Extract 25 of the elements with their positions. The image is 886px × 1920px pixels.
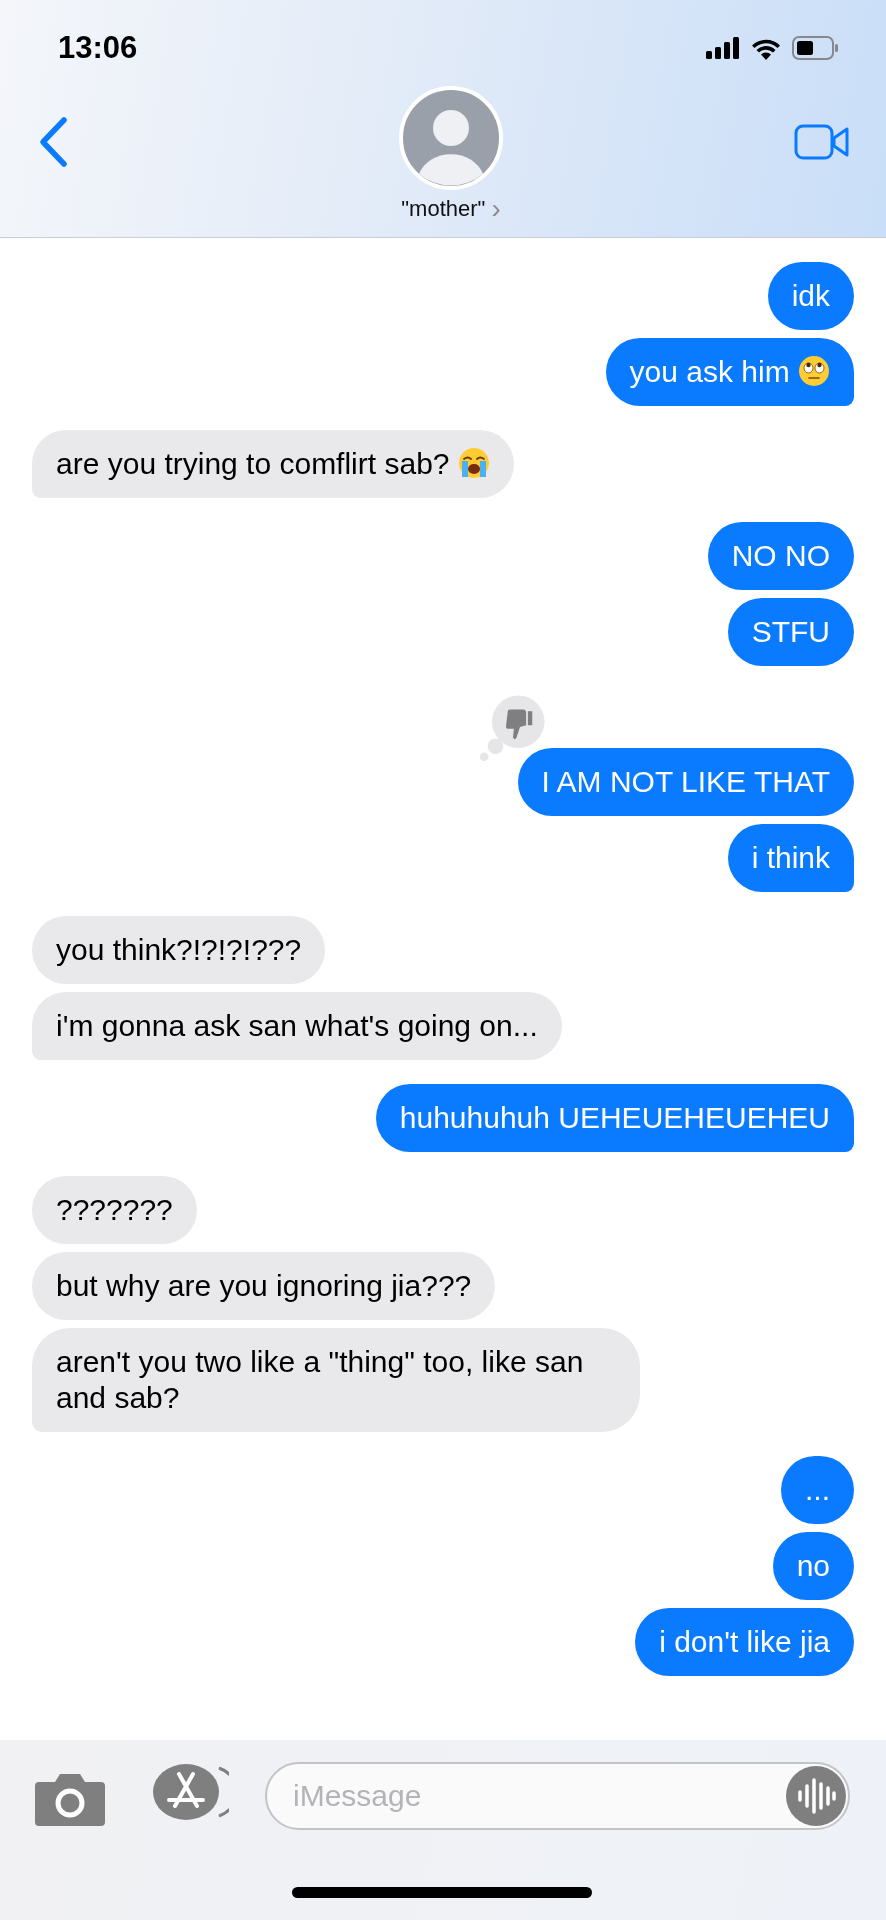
- received-message: you think?!?!?!???: [32, 916, 326, 984]
- video-camera-icon[interactable]: [794, 124, 850, 160]
- sent-message: NO NO: [707, 522, 854, 590]
- sent-message: you ask him: [605, 338, 854, 406]
- status-time: 13:06: [58, 30, 138, 66]
- battery-icon: [792, 36, 840, 60]
- contact-name[interactable]: "mother": [401, 196, 486, 222]
- sent-message: ...: [781, 1456, 854, 1524]
- received-message: but why are you ignoring jia???: [32, 1252, 496, 1320]
- message-input-field[interactable]: iMessage: [265, 1762, 850, 1830]
- avatar[interactable]: [399, 86, 503, 190]
- sent-message: I AM NOT LIKE THAT: [517, 748, 854, 816]
- audio-icon[interactable]: [786, 1766, 846, 1826]
- received-message: ???????: [32, 1176, 197, 1244]
- back-icon[interactable]: [38, 116, 68, 168]
- sent-message: STFU: [727, 598, 854, 666]
- sent-message: i think: [727, 824, 854, 892]
- received-message: are you trying to comflirt sab?: [32, 430, 514, 498]
- sent-message: i don't like jia: [635, 1608, 854, 1676]
- received-message: aren't you two like a "thing" too, like san and sab?: [32, 1328, 640, 1432]
- sent-message: idk: [767, 262, 854, 330]
- signal-icon: [706, 37, 740, 59]
- sent-message: huhuhuhuh UEHEUEHEUEHEU: [375, 1084, 854, 1152]
- sent-message: no: [772, 1532, 854, 1600]
- received-message: i'm gonna ask san what's going on...: [32, 992, 562, 1060]
